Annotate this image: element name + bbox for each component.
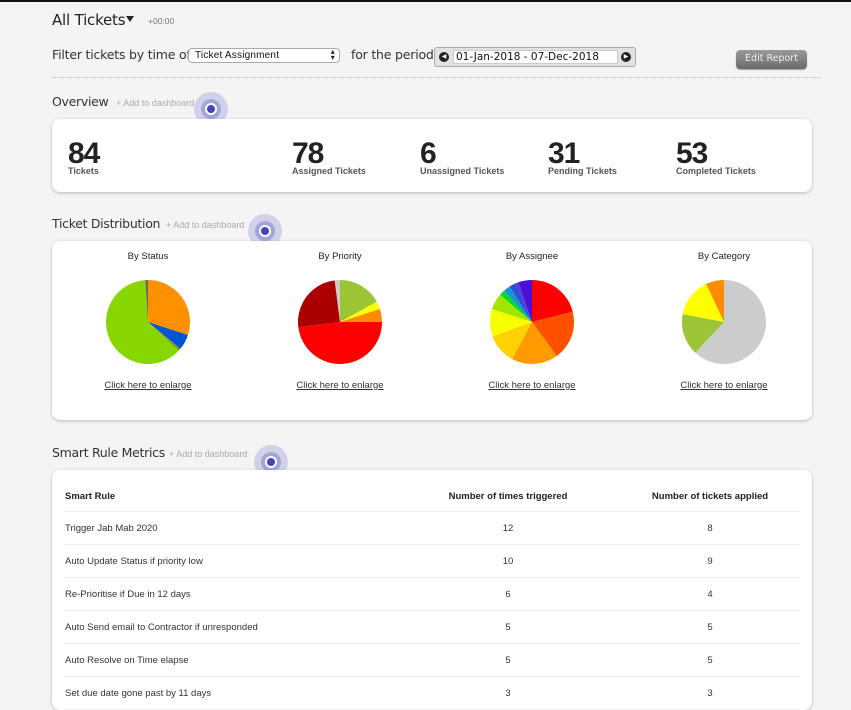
stat-label: Unassigned Tickets [420,166,505,176]
overview-card: 84 Tickets 78 Assigned Tickets 6 Unassig… [52,119,812,192]
stat-unassigned: 6 Unassigned Tickets [420,139,504,176]
pie-svg[interactable] [489,279,575,365]
filter-time-select[interactable]: Ticket Assignment ▴ ▾ [188,48,340,63]
stat-value: 78 [292,137,324,170]
pie-title: By Priority [318,251,362,262]
tickets-applied-cell: 9 [620,544,800,578]
smart-rules-title: Smart Rule Metrics [52,445,165,460]
pie-svg[interactable] [681,279,767,365]
times-triggered-cell: 3 [396,676,620,710]
table-row: Re-Prioritise if Due in 12 days 6 4 [64,577,800,611]
pie-title: By Status [127,251,169,262]
table-row: Set due date gone past by 11 days 3 3 [64,676,800,710]
table-row: Auto Resolve on Time elapse 5 5 [64,643,800,677]
caret-down-icon[interactable] [126,16,134,22]
tickets-applied-cell: 5 [620,643,800,677]
stat-value: 84 [68,137,100,170]
table-header-row: Smart Rule Number of times triggered Num… [64,482,800,512]
column-header-triggered: Number of times triggered [396,482,620,512]
enlarge-link[interactable]: Click here to enlarge [296,380,383,391]
times-triggered-cell: 5 [396,610,620,644]
rule-name-cell: Auto Resolve on Time elapse [64,643,396,677]
edit-report-button[interactable]: Edit Report [736,50,807,69]
header-divider [52,77,820,78]
smart-rules-table: Smart Rule Number of times triggered Num… [64,482,800,710]
distribution-card: By Status Click here to enlarge By Priorit… [52,241,812,420]
rule-name-cell: Auto Send email to Contractor if unrespo… [64,610,396,644]
report-title[interactable]: All Tickets [52,11,126,29]
pie-chart-by-assignee: By Assignee Click here to enlarge [436,241,628,393]
timezone-label: +00:00 [148,16,175,26]
overview-title: Overview [52,94,109,109]
stat-completed: 53 Completed Tickets [676,139,756,176]
filter-label: Filter tickets by time of [52,47,191,62]
pie-chart-by-status: By Status Click here to enlarge [52,241,244,393]
pie-title: By Category [697,251,751,262]
rule-name-cell: Re-Prioritise if Due in 12 days [64,577,396,611]
table-row: Auto Send email to Contractor if unrespo… [64,610,800,644]
period-label: for the period [351,47,434,62]
table-row: Trigger Jab Mab 2020 12 8 [64,511,800,545]
pie-svg[interactable] [105,279,191,365]
filter-select-value: Ticket Assignment [195,50,280,61]
distribution-title: Ticket Distribution [52,216,161,231]
enlarge-link[interactable]: Click here to enlarge [680,380,767,391]
tickets-applied-cell: 5 [620,610,800,644]
select-arrows-icon: ▴ ▾ [330,47,335,62]
tickets-applied-cell: 3 [620,676,800,710]
times-triggered-cell: 6 [396,577,620,611]
stat-assigned: 78 Assigned Tickets [292,139,366,176]
stat-value: 53 [676,137,708,170]
column-header-rule: Smart Rule [64,482,396,512]
stat-label: Assigned Tickets [292,166,366,176]
pie-slice[interactable] [298,280,340,328]
stat-value: 6 [420,137,437,170]
column-header-applied: Number of tickets applied [620,482,800,512]
rule-name-cell: Auto Update Status if priority low [64,544,396,578]
table-row: Auto Update Status if priority low 10 9 [64,544,800,578]
enlarge-link[interactable]: Click here to enlarge [104,380,191,391]
stat-value: 31 [548,137,580,170]
next-period-icon[interactable]: ▶ [621,52,631,62]
tickets-applied-cell: 8 [620,511,800,545]
pie-chart-by-category: By Category Click here to enlarge [628,241,820,393]
stat-pending: 31 Pending Tickets [548,139,617,176]
stat-label: Tickets [68,166,99,176]
stat-label: Pending Tickets [548,166,617,176]
pie-svg[interactable] [297,279,383,365]
pie-slice[interactable] [298,322,382,365]
date-range-input[interactable]: 01-Jan-2018 - 07-Dec-2018 [453,50,618,64]
distribution-add-to-dashboard[interactable]: + Add to dashboard [166,220,244,230]
pie-title: By Assignee [505,251,559,262]
rule-name-cell: Trigger Jab Mab 2020 [64,511,396,545]
overview-add-to-dashboard[interactable]: + Add to dashboard [116,98,194,108]
smart-rules-add-to-dashboard[interactable]: + Add to dashboard [169,449,247,459]
prev-period-icon[interactable]: ◀ [439,52,449,62]
times-triggered-cell: 5 [396,643,620,677]
times-triggered-cell: 10 [396,544,620,578]
stat-label: Completed Tickets [676,166,756,176]
stat-tickets: 84 Tickets [68,137,100,176]
enlarge-link[interactable]: Click here to enlarge [488,380,575,391]
rule-name-cell: Set due date gone past by 11 days [64,676,396,710]
times-triggered-cell: 12 [396,511,620,545]
date-range-picker: ◀ 01-Jan-2018 - 07-Dec-2018 ▶ [434,47,636,67]
smart-rules-card: Smart Rule Number of times triggered Num… [52,470,812,710]
tickets-applied-cell: 4 [620,577,800,611]
pie-chart-by-priority: By Priority Click here to enlarge [244,241,436,393]
